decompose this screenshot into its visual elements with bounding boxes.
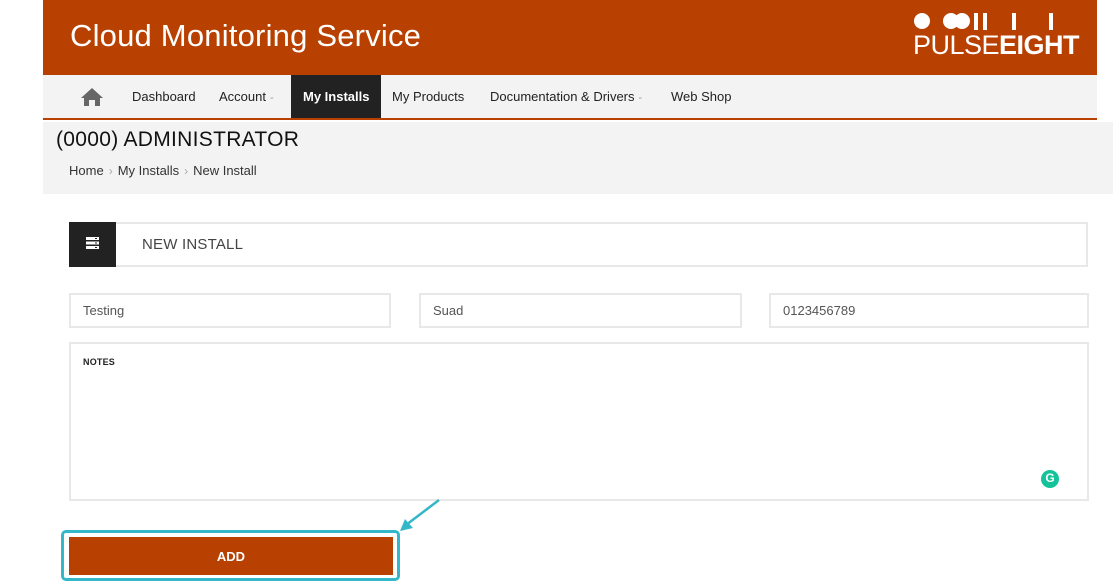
nav-web-shop-label: Web Shop xyxy=(671,89,732,104)
panel-icon-box xyxy=(69,222,116,267)
phone-number-input[interactable] xyxy=(769,293,1089,328)
contact-name-input[interactable] xyxy=(419,293,742,328)
nav-documentation-label: Documentation & Drivers xyxy=(490,89,635,104)
notes-field: NOTES G xyxy=(69,342,1089,501)
notes-label: NOTES xyxy=(83,357,116,367)
logo-word-bold: EIGHT xyxy=(999,30,1080,60)
nav-my-installs-label: My Installs xyxy=(303,89,370,104)
nav-my-products-label: My Products xyxy=(392,89,465,104)
breadcrumb-my-installs[interactable]: My Installs xyxy=(118,163,179,178)
page-header: (0000) ADMINISTRATOR Home › My Installs › Ne… xyxy=(43,122,1113,194)
nav-dashboard-label: Dashboard xyxy=(132,89,196,104)
nav-account-label: Account xyxy=(219,89,266,104)
grammarly-icon[interactable]: G xyxy=(1041,470,1059,488)
notes-textarea[interactable] xyxy=(81,374,1061,494)
nav-web-shop[interactable]: Web Shop xyxy=(671,75,731,118)
breadcrumb-separator-icon: › xyxy=(184,164,189,178)
home-icon[interactable] xyxy=(80,87,104,107)
chevron-down-icon: - xyxy=(269,92,274,104)
callout-arrow-icon xyxy=(400,499,440,531)
logo-word-light: PULSE xyxy=(913,30,1000,60)
breadcrumb-current: New Install xyxy=(193,163,257,178)
new-install-panel-header: NEW INSTALL xyxy=(69,222,1088,267)
pulse-eight-logo[interactable]: PULSEEIGHT xyxy=(913,10,1085,62)
nav-my-installs[interactable]: My Installs xyxy=(291,75,382,118)
list-server-icon xyxy=(86,237,99,249)
nav-documentation-drivers[interactable]: Documentation & Drivers - xyxy=(490,75,642,118)
brand-header: Cloud Monitoring Service PULSEEIGHT xyxy=(43,0,1097,75)
company-name-input[interactable] xyxy=(69,293,391,328)
chevron-down-icon: - xyxy=(638,92,643,104)
breadcrumb-separator-icon: › xyxy=(108,164,113,178)
site-title: Cloud Monitoring Service xyxy=(70,18,422,53)
main-navigation: Dashboard Account - My Installs My Produc… xyxy=(43,75,1097,120)
nav-my-products[interactable]: My Products xyxy=(392,75,464,118)
nav-account[interactable]: Account - xyxy=(219,75,274,118)
breadcrumb: Home › My Installs › New Install xyxy=(69,163,257,178)
nav-dashboard[interactable]: Dashboard xyxy=(132,75,196,118)
add-button[interactable]: ADD xyxy=(69,537,393,575)
breadcrumb-home[interactable]: Home xyxy=(69,163,104,178)
grammarly-letter: G xyxy=(1045,471,1055,485)
logo-wordmark: PULSEEIGHT xyxy=(913,30,1080,60)
page-title: (0000) ADMINISTRATOR xyxy=(56,128,300,151)
panel-title: NEW INSTALL xyxy=(142,236,244,253)
